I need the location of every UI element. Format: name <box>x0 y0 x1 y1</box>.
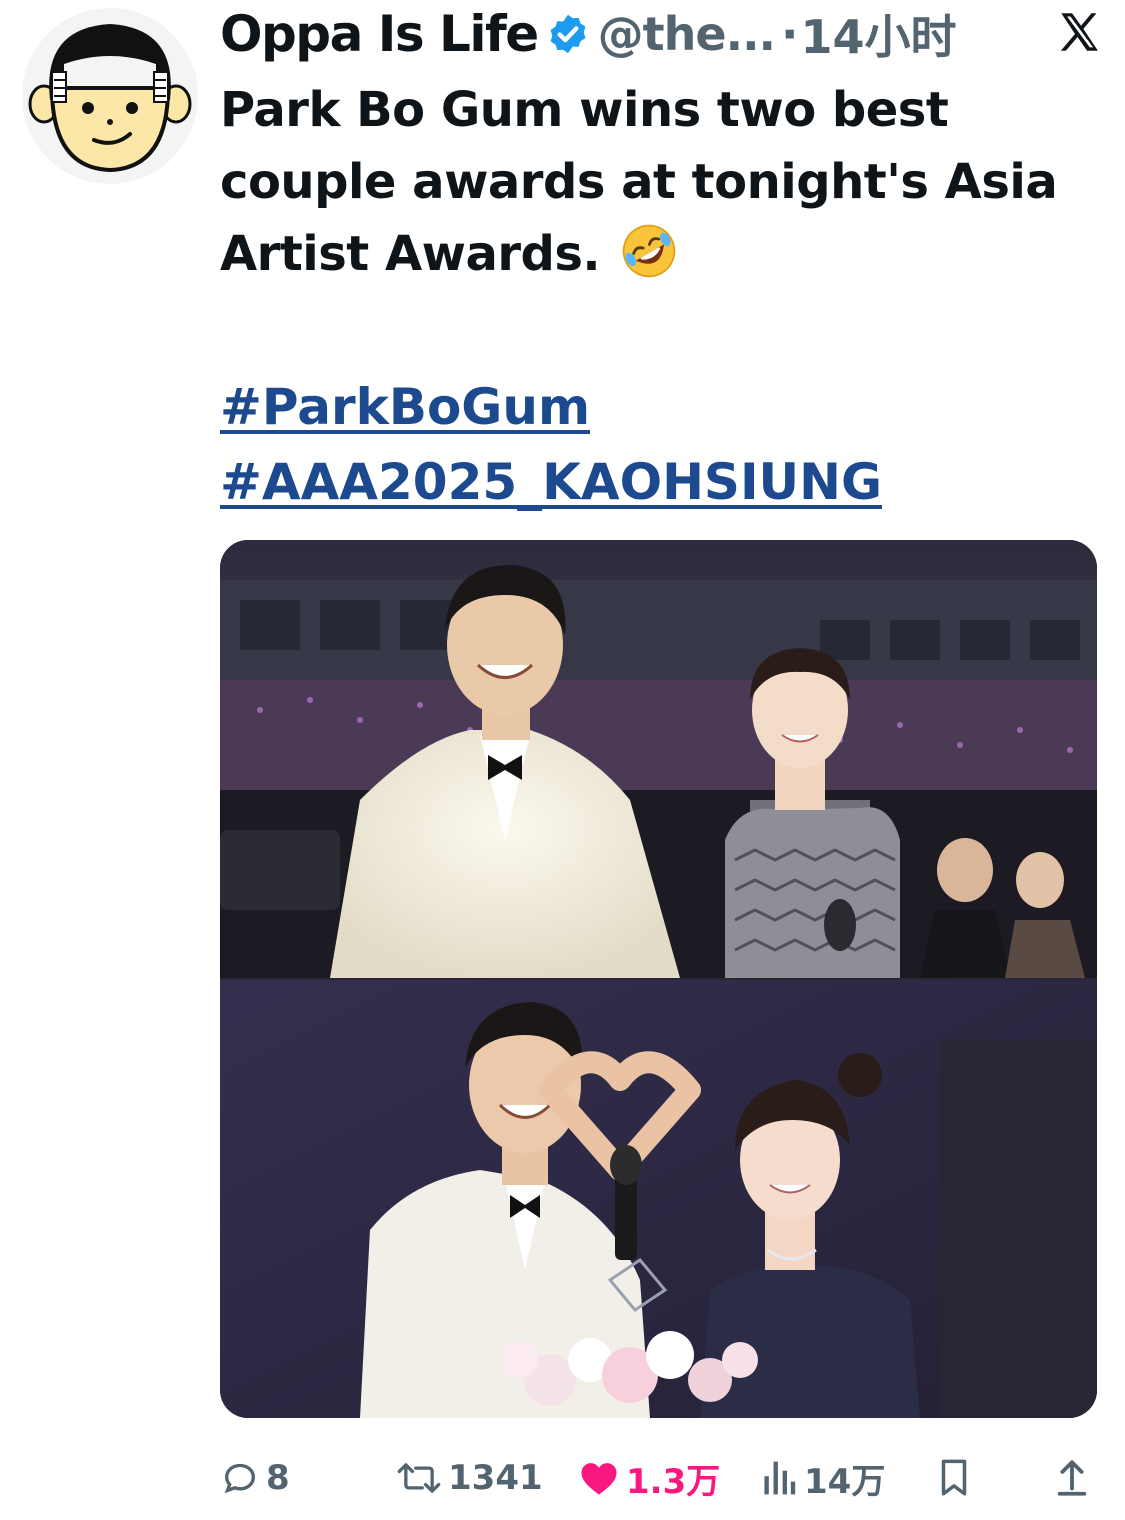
author-handle[interactable]: @the... <box>598 7 776 61</box>
hashtag-list: #ParkBoGum #AAA2025_KAOHSIUNG <box>220 370 882 520</box>
views-bar-chart-icon <box>764 1461 796 1495</box>
tweet-action-bar: 8 1341 1.3万 14万 <box>220 1448 1100 1508</box>
share-button[interactable] <box>1056 1448 1088 1508</box>
tweet-media[interactable] <box>220 540 1097 1418</box>
post-timestamp[interactable]: 14小时 <box>801 1 957 67</box>
reply-count: 8 <box>266 1458 290 1498</box>
tweet-text: Park Bo Gum wins two best couple awards … <box>220 74 1100 290</box>
author-avatar[interactable] <box>22 8 198 184</box>
bookmark-icon <box>941 1459 967 1496</box>
bookmark-button[interactable] <box>938 1448 970 1508</box>
repost-icon <box>397 1463 441 1493</box>
repost-button[interactable]: 1341 <box>396 1448 543 1508</box>
hashtag-parkbogum[interactable]: #ParkBoGum <box>220 370 882 445</box>
hashtag-aaa2025-kaohsiung[interactable]: #AAA2025_KAOHSIUNG <box>220 445 882 520</box>
rolling-on-floor-laughing-emoji-icon <box>623 224 676 278</box>
x-logo-icon[interactable] <box>1055 8 1105 58</box>
like-button[interactable]: 1.3万 <box>578 1448 720 1508</box>
tweet-header: Oppa Is Life @the... · 14小时 <box>220 2 1105 66</box>
award-ceremony-photo-1-icon <box>220 540 1097 978</box>
author-display-name[interactable]: Oppa Is Life <box>220 5 539 63</box>
reply-button[interactable]: 8 <box>220 1448 290 1508</box>
views-button[interactable]: 14万 <box>760 1448 885 1508</box>
cartoon-face-avatar-icon <box>22 8 198 184</box>
award-ceremony-photo-2-icon <box>220 980 1097 1418</box>
repost-count: 1341 <box>448 1458 543 1498</box>
meta-separator: · <box>781 7 799 61</box>
heart-filled-icon <box>581 1463 617 1495</box>
verified-badge-icon <box>550 14 586 54</box>
share-upload-icon <box>1057 1460 1087 1496</box>
reply-icon <box>224 1463 256 1494</box>
photo-bottom[interactable] <box>220 980 1097 1418</box>
photo-top[interactable] <box>220 540 1097 978</box>
like-count: 1.3万 <box>626 1461 721 1502</box>
views-count: 14万 <box>804 1461 886 1502</box>
